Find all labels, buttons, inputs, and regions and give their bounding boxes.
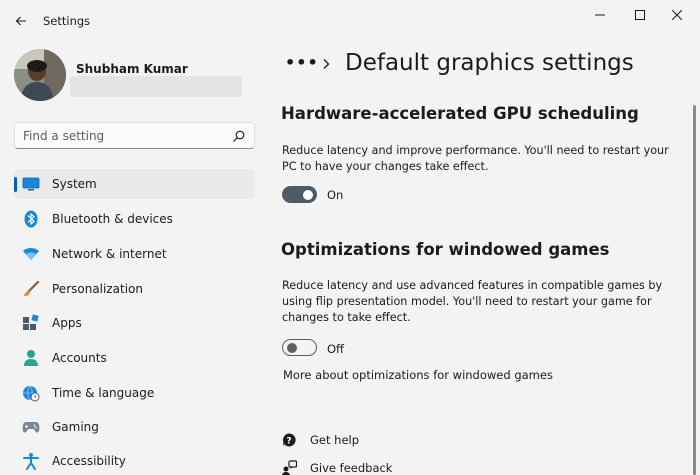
gpu-scheduling-toggle[interactable] [282, 186, 317, 203]
windowed-games-description: Reduce latency and use advanced features… [282, 279, 663, 324]
profile-email-redacted [70, 76, 242, 97]
search-icon[interactable] [232, 129, 246, 143]
sidebar-item-label: System [52, 177, 97, 191]
give-feedback-label: Give feedback [310, 461, 393, 475]
sidebar-item-label: Personalization [52, 282, 143, 296]
get-help-label: Get help [310, 433, 360, 447]
avatar-photo-icon [14, 49, 66, 101]
sidebar-item-network[interactable]: Network & internet [14, 239, 255, 269]
sidebar-item-label: Apps [52, 316, 82, 330]
sidebar-item-label: Time & language [52, 386, 155, 400]
gpu-scheduling-description: Reduce latency and improve performance. … [282, 144, 669, 173]
sidebar-item-label: Gaming [52, 420, 99, 434]
windowed-games-toggle-state: Off [327, 342, 344, 356]
breadcrumb-more-button[interactable]: ••• [285, 53, 319, 72]
brush-icon [22, 280, 40, 298]
bluetooth-icon [22, 210, 40, 228]
sidebar-item-time-language[interactable]: Time & language [14, 378, 255, 408]
sidebar-item-label: Accessibility [52, 454, 126, 468]
back-arrow-icon [15, 16, 26, 26]
page-title: Default graphics settings [345, 50, 634, 76]
title-bar: Settings [0, 0, 700, 40]
sidebar-item-system[interactable]: System [14, 169, 255, 199]
sidebar-item-accessibility[interactable]: Accessibility [14, 446, 255, 475]
sidebar-item-label: Accounts [52, 351, 107, 365]
windowed-games-more-link[interactable]: More about optimizations for windowed ga… [283, 368, 553, 382]
profile-name: Shubham Kumar [76, 62, 188, 76]
globe-clock-icon [22, 384, 40, 402]
windowed-games-toggle[interactable] [282, 339, 317, 356]
close-icon [672, 10, 682, 20]
accessibility-icon [22, 452, 40, 470]
svg-text:?: ? [286, 437, 291, 447]
minimize-icon [595, 14, 605, 16]
search-input[interactable] [23, 127, 223, 145]
help-chat-icon: ? [282, 433, 296, 447]
system-icon [22, 175, 40, 193]
sidebar-item-accounts[interactable]: Accounts [14, 343, 255, 373]
sidebar-item-apps[interactable]: Apps [14, 308, 255, 338]
minimize-button[interactable] [578, 4, 622, 26]
scrollbar[interactable] [693, 105, 696, 475]
apps-icon [22, 314, 40, 332]
active-indicator [14, 177, 17, 192]
back-button[interactable] [8, 8, 34, 34]
wifi-icon [22, 245, 40, 263]
gpu-scheduling-toggle-state: On [327, 188, 344, 202]
search-box[interactable] [14, 122, 255, 149]
close-button[interactable] [655, 4, 699, 26]
gpu-scheduling-title: Hardware-accelerated GPU scheduling [281, 104, 639, 123]
windowed-games-title: Optimizations for windowed games [281, 240, 610, 259]
feedback-icon [282, 460, 297, 475]
maximize-icon [635, 10, 645, 20]
sidebar-item-label: Network & internet [52, 247, 167, 261]
person-icon [22, 349, 40, 367]
avatar[interactable] [14, 49, 66, 101]
sidebar-item-gaming[interactable]: Gaming [14, 412, 255, 442]
toggle-knob [287, 342, 297, 353]
chevron-right-icon [323, 59, 330, 69]
app-title: Settings [43, 14, 91, 28]
sidebar-item-personalization[interactable]: Personalization [14, 274, 255, 304]
sidebar-item-label: Bluetooth & devices [52, 212, 173, 226]
gamepad-icon [22, 418, 40, 436]
sidebar-item-bluetooth[interactable]: Bluetooth & devices [14, 204, 255, 234]
toggle-knob [303, 189, 313, 200]
